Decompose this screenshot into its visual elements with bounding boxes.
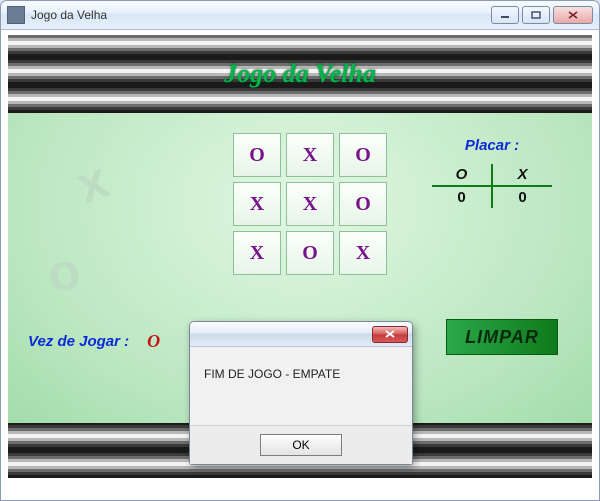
message-dialog: FIM DE JOGO - EMPATE OK [189, 321, 413, 465]
dialog-message: FIM DE JOGO - EMPATE [190, 347, 412, 425]
dialog-titlebar [190, 322, 412, 347]
app-window: Jogo da Velha Jogo da Velha x o O X O [0, 0, 600, 501]
dialog-footer: OK [190, 425, 412, 464]
dialog-ok-button[interactable]: OK [260, 434, 342, 456]
modal-overlay: FIM DE JOGO - EMPATE OK [1, 1, 599, 500]
dialog-close-button[interactable] [372, 326, 408, 343]
close-icon [383, 329, 397, 339]
